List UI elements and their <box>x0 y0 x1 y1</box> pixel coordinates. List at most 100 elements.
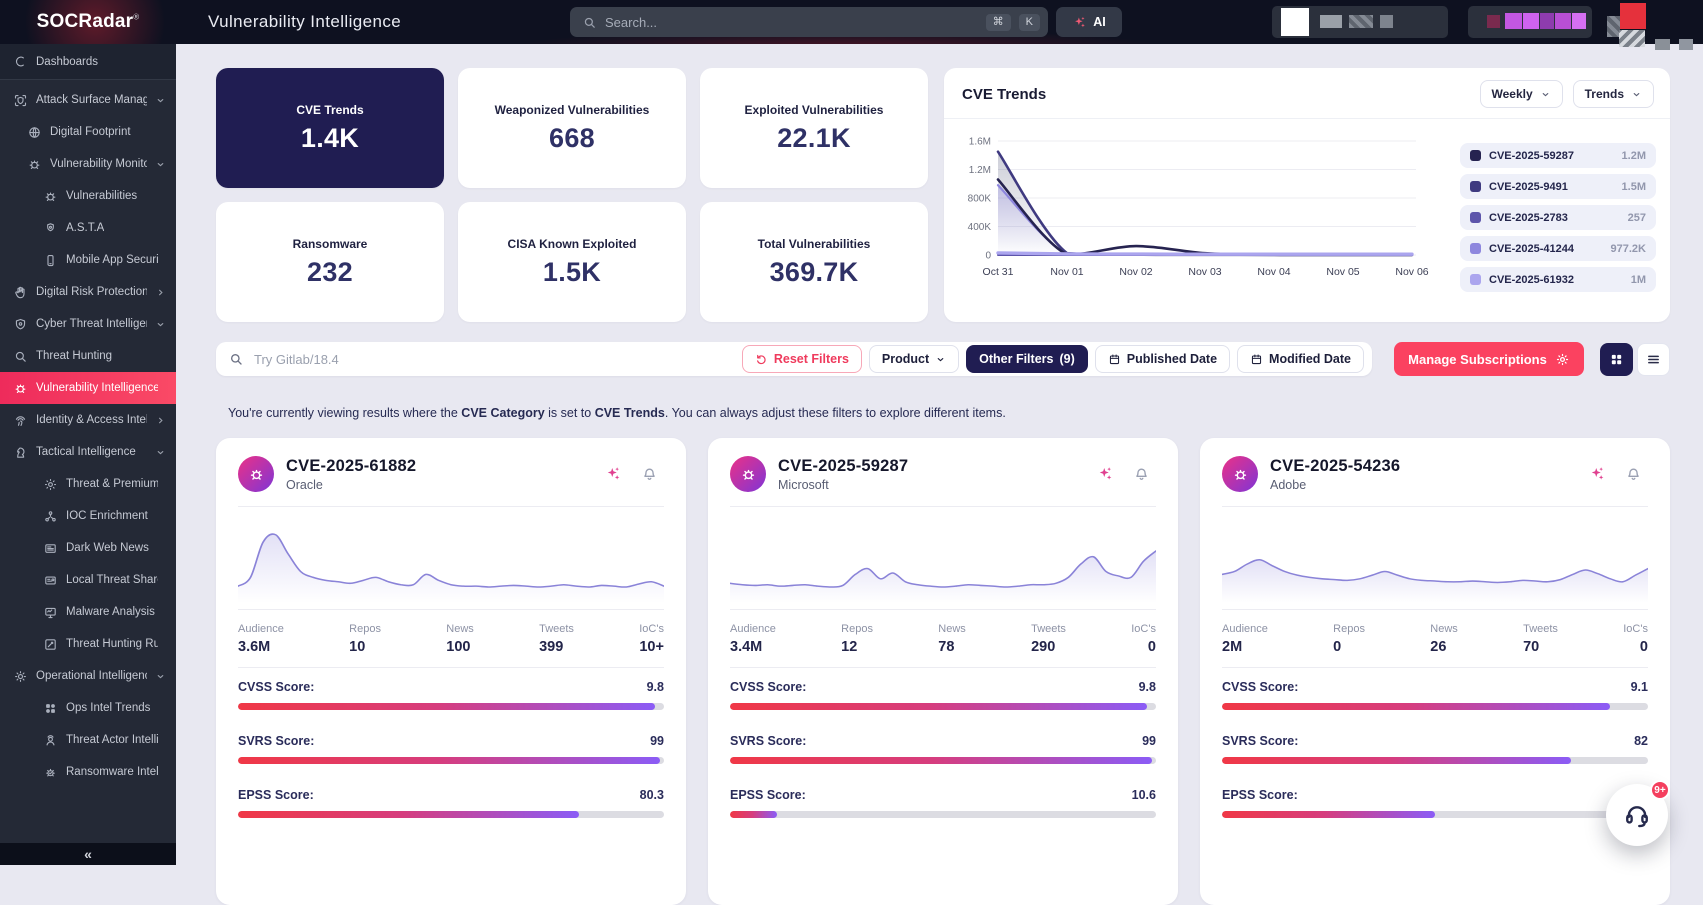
follow-bell-button[interactable] <box>634 459 664 489</box>
cve-trend-sparkline <box>730 507 1156 609</box>
epss-score-fill <box>238 811 579 818</box>
ai-summary-button[interactable] <box>1582 459 1612 489</box>
legend-value: 1.5M <box>1621 180 1646 193</box>
svg-text:Nov 01: Nov 01 <box>1050 266 1083 278</box>
ai-summary-button[interactable] <box>598 459 628 489</box>
epss-score-label: EPSS Score: <box>1222 788 1298 802</box>
sidebar-item-malware-analysis[interactable]: Malware Analysis <box>0 596 176 628</box>
list-view-button[interactable] <box>1637 342 1670 376</box>
stat-card-exploited-vulnerabilities[interactable]: Exploited Vulnerabilities 22.1K <box>700 68 928 188</box>
other-filters-button[interactable]: Other Filters (9) <box>966 345 1088 373</box>
redacted-block <box>1540 13 1554 29</box>
stat-label: IoC's <box>1131 623 1156 635</box>
sidebar-item-label: Ransomware Intelligence <box>66 766 158 778</box>
ransomware-icon <box>45 768 55 776</box>
cve-trend-sparkline <box>238 507 664 609</box>
stat-card-cve-trends[interactable]: CVE Trends 1.4K <box>216 68 444 188</box>
sidebar-item-ransomware-intelligence[interactable]: Ransomware Intelligence <box>0 756 176 788</box>
manage-subscriptions-button[interactable]: Manage Subscriptions <box>1394 342 1584 376</box>
stat-card-cisa-known-exploited[interactable]: CISA Known Exploited 1.5K <box>458 202 686 322</box>
cve-filter-search-input[interactable] <box>254 351 732 367</box>
sidebar-collapse-button[interactable]: « <box>0 843 176 865</box>
chevron-down-icon <box>935 354 946 365</box>
epss-score-row: EPSS Score: 10.6 <box>730 788 1156 818</box>
chevron-right-icon <box>159 289 163 295</box>
sidebar-item-cyber-threat-intelligence[interactable]: Cyber Threat Intelligence <box>0 308 176 340</box>
epss-score-track <box>238 811 664 818</box>
cve-id-link[interactable]: CVE-2025-54236 <box>1270 457 1400 476</box>
legend-item[interactable]: CVE-2025-9491 1.5M <box>1460 174 1656 199</box>
sidebar-item-dashboards[interactable]: Dashboards <box>0 44 176 80</box>
svrs-score-fill <box>1222 757 1572 764</box>
hand-icon <box>12 284 28 300</box>
assistant-fab-button[interactable]: 9+ <box>1606 780 1670 846</box>
global-search[interactable]: ⌘ K <box>570 7 1048 37</box>
sparkle-icon <box>1072 15 1087 30</box>
cve-id-link[interactable]: CVE-2025-59287 <box>778 457 908 476</box>
ai-summary-button[interactable] <box>1090 459 1120 489</box>
sidebar-item-vulnerability-monitoring[interactable]: Vulnerability Monitoring <box>0 148 176 180</box>
follow-bell-button[interactable] <box>1618 459 1648 489</box>
redacted-block <box>1505 13 1522 29</box>
view-toggle-group <box>1600 342 1670 376</box>
published-date-button[interactable]: Published Date <box>1094 345 1231 373</box>
sidebar-item-identity-access-intelligence[interactable]: Identity & Access Intelligence <box>0 404 176 436</box>
redacted-block <box>1281 8 1309 36</box>
trends-type-dropdown[interactable]: Trends <box>1572 80 1654 108</box>
socradar-logo[interactable]: SOCRadar® <box>0 11 176 33</box>
follow-bell-button[interactable] <box>1126 459 1156 489</box>
svg-text:Nov 02: Nov 02 <box>1119 266 1152 278</box>
sidebar-item-dark-web-news[interactable]: Dark Web News <box>0 532 176 564</box>
legend-item[interactable]: CVE-2025-59287 1.2M <box>1460 143 1656 168</box>
sidebar-item-vulnerabilities[interactable]: Vulnerabilities <box>0 180 176 212</box>
sidebar-item-threat-hunting[interactable]: Threat Hunting <box>0 340 176 372</box>
stat-label: Repos <box>349 623 381 635</box>
headset-icon <box>1622 800 1652 830</box>
sidebar: Dashboards Attack Surface Management Dig… <box>0 44 176 865</box>
legend-item[interactable]: CVE-2025-61932 1M <box>1460 267 1656 292</box>
sidebar-item-digital-footprint[interactable]: Digital Footprint <box>0 116 176 148</box>
sidebar-item-threat-premium-feeds[interactable]: Threat & Premium Feeds <box>0 468 176 500</box>
sidebar-item-local-threat-share[interactable]: Local Threat Share <box>0 564 176 596</box>
modified-date-button[interactable]: Modified Date <box>1237 345 1364 373</box>
grid-view-button[interactable] <box>1600 342 1633 376</box>
cve-id-link[interactable]: CVE-2025-61882 <box>286 457 416 476</box>
stat-card-total-vulnerabilities[interactable]: Total Vulnerabilities 369.7K <box>700 202 928 322</box>
chevron-down-icon <box>157 450 164 454</box>
stat-card-value: 232 <box>307 256 353 287</box>
bell-icon <box>641 466 658 483</box>
sidebar-item-ops-intel-trends[interactable]: Ops Intel Trends <box>0 692 176 724</box>
sidebar-item-a-s-t-a[interactable]: A.S.T.A <box>0 212 176 244</box>
reset-filters-button[interactable]: Reset Filters <box>741 345 862 373</box>
attack-surface-icon <box>12 92 28 108</box>
global-search-input[interactable] <box>605 14 978 30</box>
cve-filter-search[interactable]: Reset Filters Product Other Filters (9) … <box>216 342 1372 376</box>
product-filter-button[interactable]: Product <box>868 345 960 373</box>
sidebar-item-ioc-enrichment[interactable]: IOC Enrichment <box>0 500 176 532</box>
stat-value: 0 <box>1147 639 1156 655</box>
sidebar-item-tactical-intelligence[interactable]: Tactical Intelligence <box>0 436 176 468</box>
tactical-icon <box>12 444 28 460</box>
other-filters-label: Other Filters <box>979 352 1054 366</box>
sidebar-item-vulnerability-intelligence[interactable]: Vulnerability Intelligence <box>0 372 176 404</box>
sidebar-item-threat-actor-intelligence[interactable]: Threat Actor Intelligence <box>0 724 176 756</box>
sidebar-item-attack-surface-management[interactable]: Attack Surface Management <box>0 84 176 116</box>
svg-text:400K: 400K <box>968 222 992 233</box>
ai-assistant-button[interactable]: AI <box>1056 7 1122 37</box>
legend-item[interactable]: CVE-2025-41244 977.2K <box>1460 236 1656 261</box>
sidebar-item-label: Mobile App Security <box>66 254 158 266</box>
cve-trends-panel: CVE Trends Weekly Trends 1.6M 1.2M 800K 400… <box>944 68 1670 322</box>
search-icon <box>228 351 244 367</box>
sidebar-item-threat-hunting-rules[interactable]: Threat Hunting Rules <box>0 628 176 660</box>
published-date-label: Published Date <box>1126 352 1218 366</box>
stat-value: 100 <box>446 639 471 655</box>
legend-item[interactable]: CVE-2025-2783 257 <box>1460 205 1656 230</box>
sidebar-item-mobile-app-security[interactable]: Mobile App Security <box>0 244 176 276</box>
stat-card-ransomware[interactable]: Ransomware 232 <box>216 202 444 322</box>
sidebar-item-operational-intelligence[interactable]: Operational Intelligence <box>0 660 176 692</box>
legend-cve-label: CVE-2025-41244 <box>1489 242 1575 255</box>
actor-icon <box>42 732 58 748</box>
stat-card-weaponized-vulnerabilities[interactable]: Weaponized Vulnerabilities 668 <box>458 68 686 188</box>
sidebar-item-digital-risk-protection[interactable]: Digital Risk Protection <box>0 276 176 308</box>
period-dropdown[interactable]: Weekly <box>1479 80 1563 108</box>
